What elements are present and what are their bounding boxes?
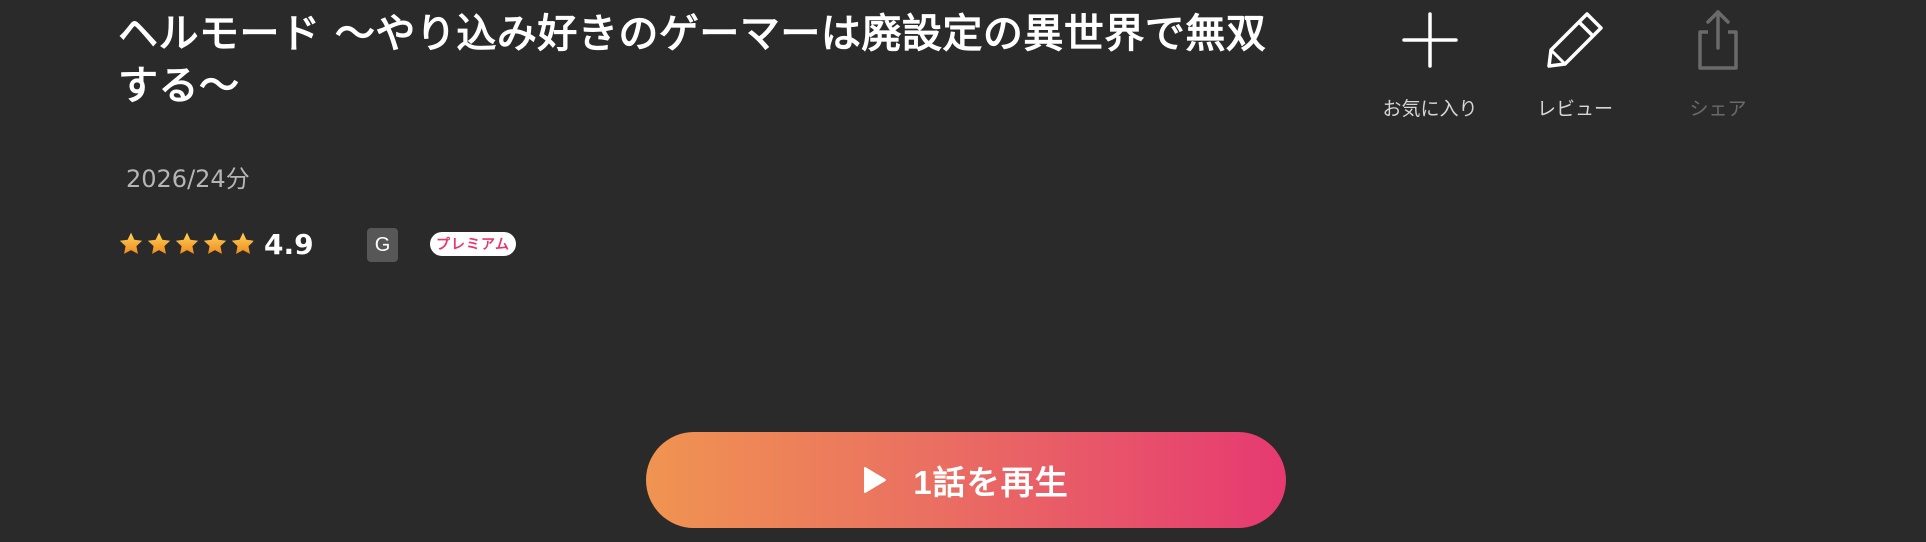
rating: 4.9 [118,226,314,262]
review-button[interactable]: レビュー [1510,8,1640,121]
share-icon [1698,10,1738,70]
title-detail-page: ヘルモード 〜やり込み好きのゲーマーは廃設定の異世界で無双する〜 2026/24… [0,0,1926,542]
page-title: ヘルモード 〜やり込み好きのゲーマーは廃設定の異世界で無双する〜 [118,11,1267,109]
play-episode-1-button[interactable]: 1話を再生 [646,432,1286,528]
premium-label: プレミアム [435,237,511,253]
favorite-label: お気に入り [1382,98,1478,120]
play-label: 1話を再生 [913,464,1069,501]
star-icon [175,232,199,254]
favorite-button[interactable]: お気に入り [1365,8,1495,121]
share-label: シェア [1689,98,1747,120]
star-rating [118,231,256,257]
age-rating-badge: G [367,228,398,262]
star-icon [147,232,171,254]
share-button[interactable]: シェア [1653,8,1783,121]
star-icon [119,232,143,254]
review-label: レビュー [1536,98,1613,120]
star-icon [231,232,255,254]
premium-badge: プレミアム [430,232,516,256]
star-icon [203,232,227,254]
plus-icon [1402,12,1458,68]
pencil-icon [1547,12,1603,68]
release-duration: 2026/24分 [126,165,250,193]
play-icon [864,467,887,493]
rating-value: 4.9 [264,227,314,261]
